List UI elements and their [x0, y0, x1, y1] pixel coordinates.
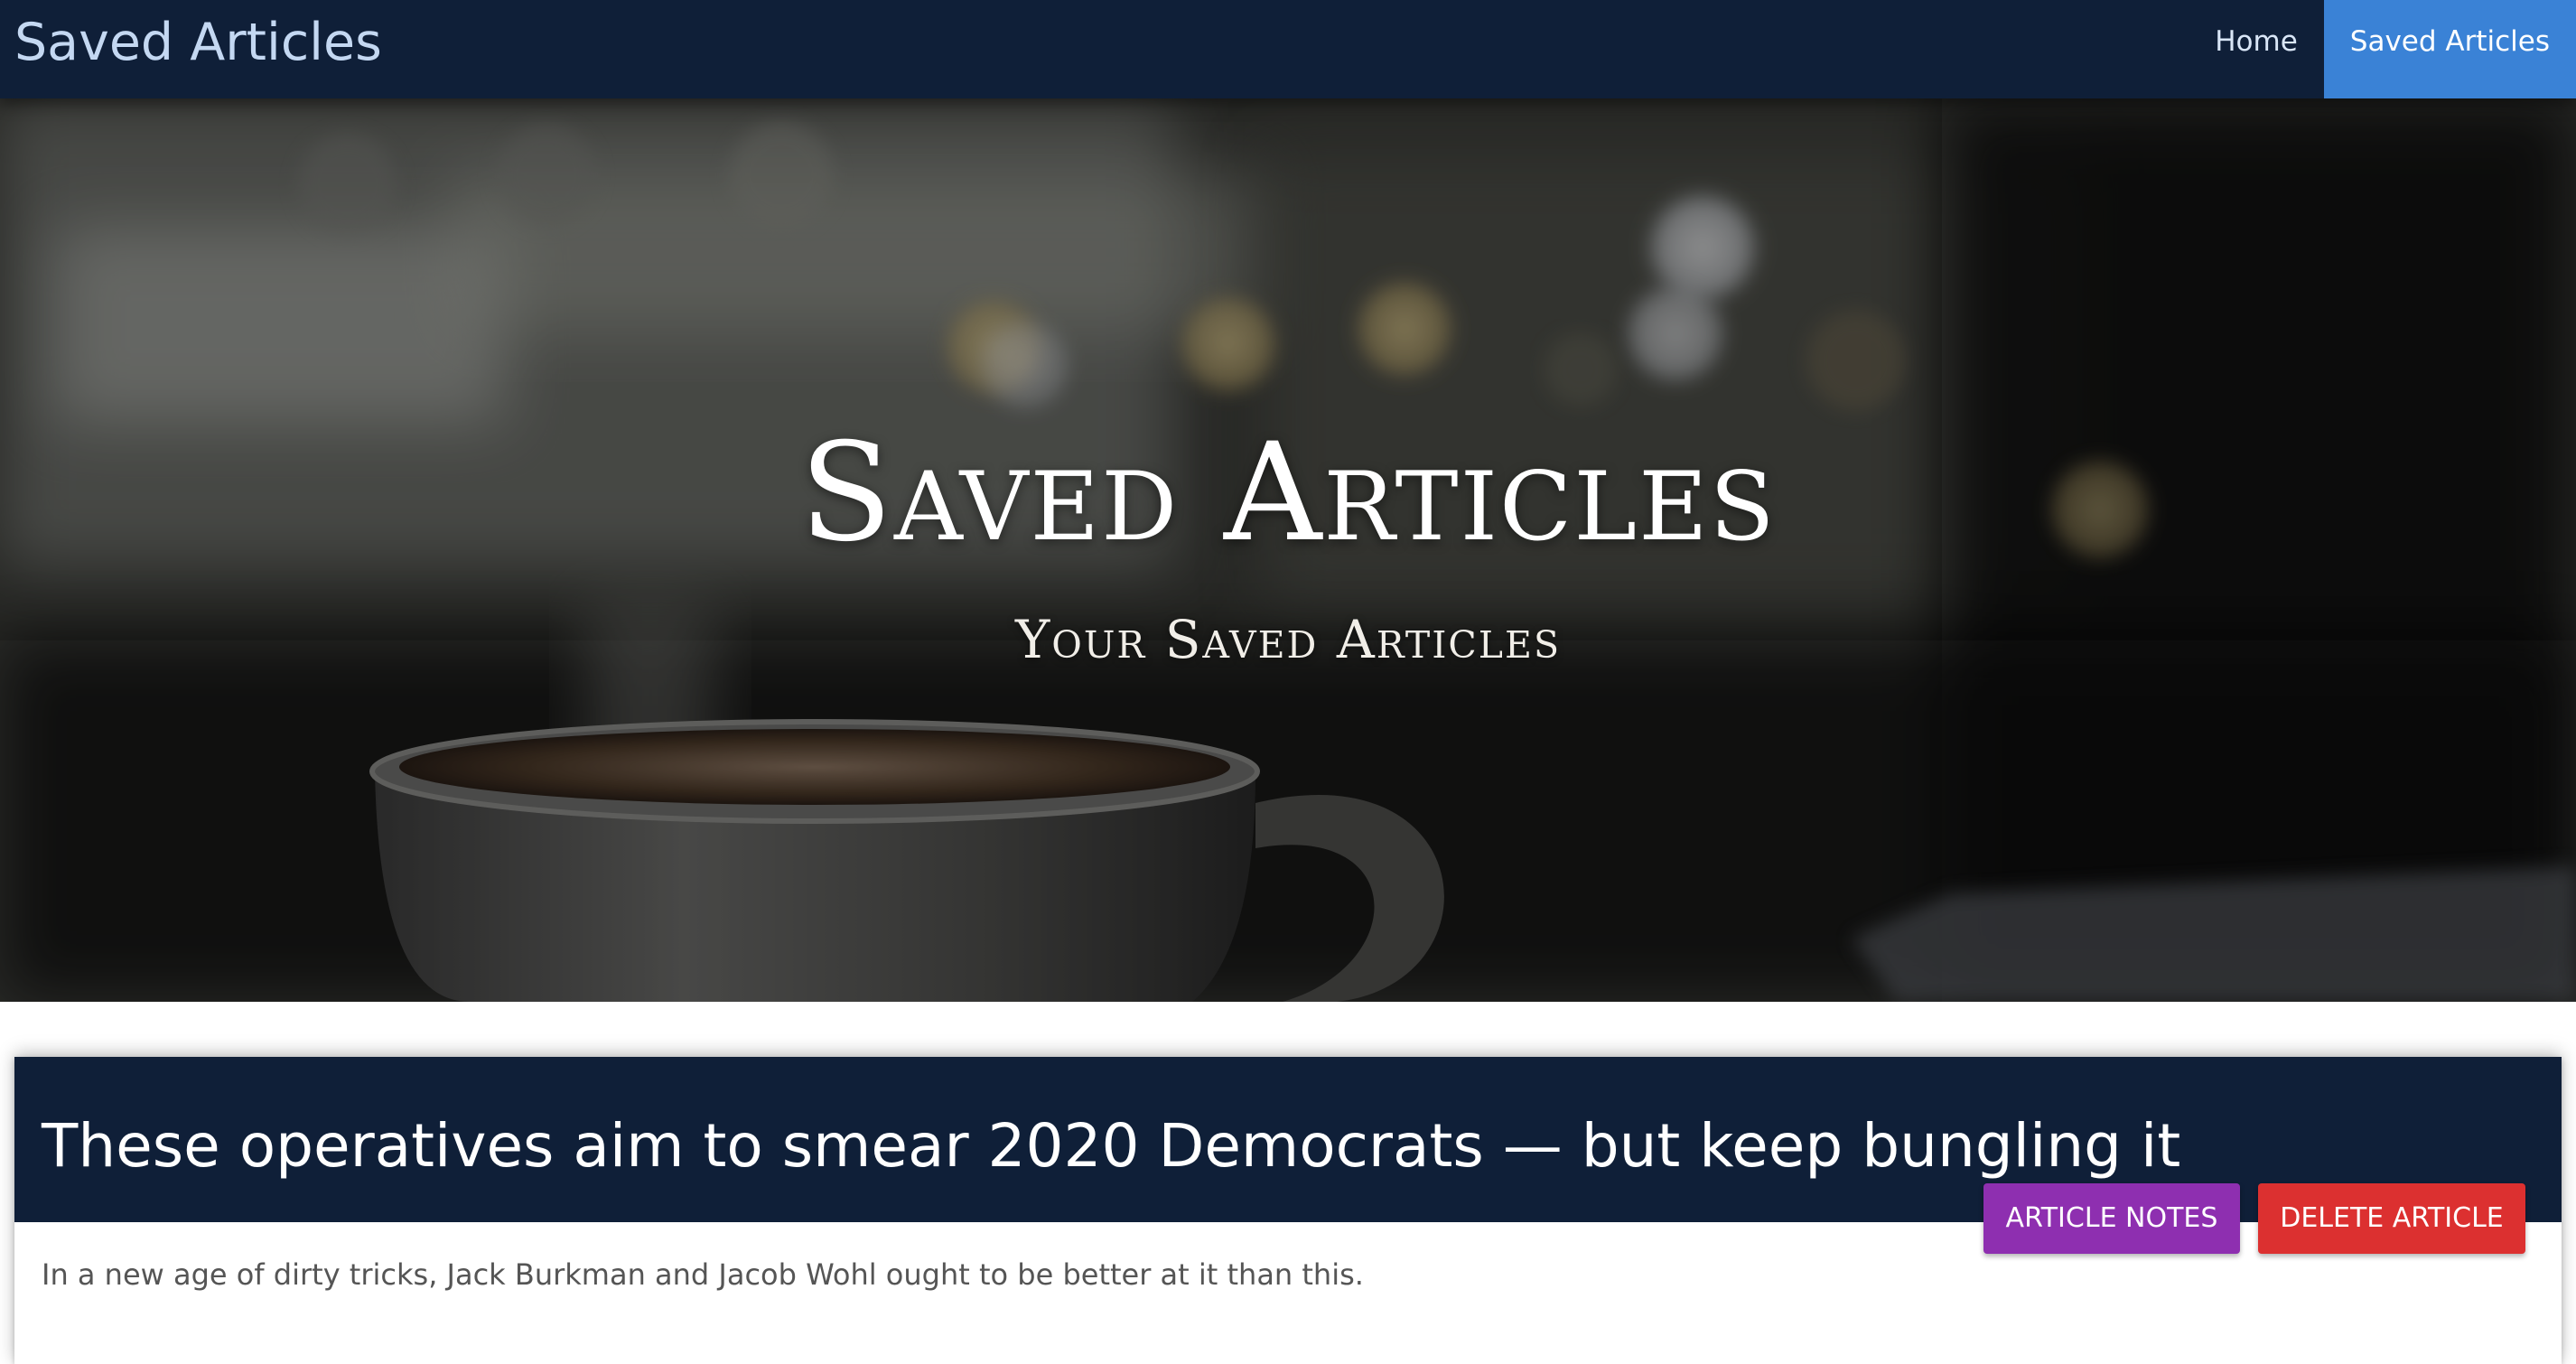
delete-article-button[interactable]: DELETE ARTICLE	[2258, 1183, 2525, 1254]
article-card: These operatives aim to smear 2020 Democ…	[14, 1057, 2562, 1364]
navbar: Saved Articles Home Saved Articles	[0, 0, 2576, 98]
article-notes-button[interactable]: ARTICLE NOTES	[1983, 1183, 2240, 1254]
hero-title: Saved Articles	[799, 415, 1777, 572]
nav-link-saved-articles[interactable]: Saved Articles	[2323, 0, 2576, 98]
hero-banner: Saved Articles Your Saved Articles	[0, 98, 2576, 1002]
hero-subtitle: Your Saved Articles	[1014, 609, 1562, 670]
nav-link-home[interactable]: Home	[2189, 0, 2324, 98]
article-title[interactable]: These operatives aim to smear 2020 Democ…	[42, 1111, 2180, 1181]
nav-links: Home Saved Articles	[2189, 0, 2576, 98]
brand-logo[interactable]: Saved Articles	[14, 0, 382, 85]
article-summary: In a new age of dirty tricks, Jack Burkm…	[42, 1257, 1364, 1292]
